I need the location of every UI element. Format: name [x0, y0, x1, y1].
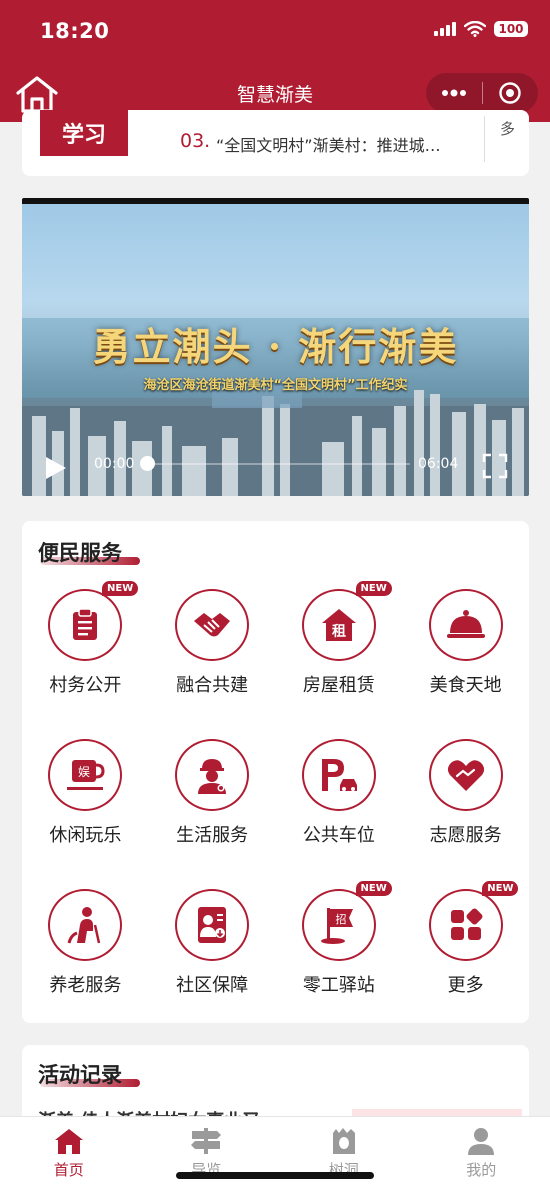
play-icon — [46, 457, 66, 479]
service-elderly-care[interactable]: 养老服务 — [22, 889, 149, 997]
service-label: 养老服务 — [49, 975, 122, 996]
service-grid: 村务公开 NEW 融合共建 租 房屋租赁 NEW 美食天地 娱 休闲玩乐 生活服… — [22, 581, 529, 997]
news-number: 03. — [180, 130, 211, 152]
progress-slider-knob[interactable] — [140, 456, 155, 471]
tab-label: 我的 — [466, 1161, 497, 1179]
news-thumbnail: 学习 — [40, 110, 128, 156]
fullscreen-icon — [482, 453, 508, 479]
service-house-rental[interactable]: 租 房屋租赁 NEW — [276, 581, 403, 697]
grid-more-icon — [450, 908, 483, 940]
service-label: 公共车位 — [302, 825, 375, 846]
play-button[interactable] — [44, 455, 68, 485]
divider — [484, 116, 485, 162]
service-parking[interactable]: 公共车位 — [276, 739, 403, 847]
tab-label: 首页 — [53, 1161, 84, 1179]
parking-icon — [321, 759, 357, 791]
user-icon — [468, 1128, 495, 1155]
recruit-flag-icon: 招 — [320, 908, 353, 944]
handshake-icon — [194, 613, 231, 637]
service-label: 更多 — [447, 975, 484, 996]
service-more[interactable]: 更多 NEW — [402, 881, 529, 997]
signpost-icon — [191, 1128, 222, 1154]
entertainment-cup-icon: 娱 — [67, 760, 105, 790]
home-indicator — [176, 1172, 374, 1179]
rent-glyph: 租 — [332, 623, 346, 640]
target-circle-icon — [499, 82, 521, 104]
house-rent-icon: 租 — [321, 609, 356, 641]
video-player[interactable]: 勇立潮头 · 渐行渐美 海沧区海沧街道渐美村“全国文明村”工作纪实 00:00 … — [22, 198, 529, 496]
status-icons: 100 — [434, 21, 528, 37]
service-food[interactable]: 美食天地 — [402, 589, 529, 697]
service-label: 零工驿站 — [302, 975, 375, 996]
service-label: 房屋租赁 — [302, 675, 375, 696]
total-time: 06:04 — [418, 456, 459, 472]
service-label: 社区保障 — [176, 975, 249, 996]
current-time: 00:00 — [94, 456, 135, 472]
tab-home[interactable]: 首页 — [0, 1117, 138, 1190]
video-title: 勇立潮头 · 渐行渐美 — [92, 324, 459, 369]
activity-panel: 活动记录 渐美 佳人渐美村妇女事业又 — [22, 1045, 529, 1125]
elderly-icon — [67, 907, 101, 944]
leisure-glyph: 娱 — [78, 765, 90, 779]
service-leisure[interactable]: 娱 休闲玩乐 — [22, 739, 149, 847]
close-miniprogram-button[interactable] — [483, 73, 539, 113]
section-title: 活动记录 — [38, 1063, 122, 1087]
tab-profile[interactable]: 我的 — [413, 1117, 550, 1190]
fullscreen-button[interactable] — [482, 453, 508, 483]
wifi-icon — [464, 21, 486, 37]
service-co-build[interactable]: 融合共建 — [149, 589, 276, 697]
service-volunteer[interactable]: 志愿服务 — [402, 739, 529, 847]
tree-hole-icon — [332, 1128, 355, 1154]
service-community-security[interactable]: 社区保障 — [149, 889, 276, 997]
service-village-affairs[interactable]: 村务公开 NEW — [22, 581, 149, 697]
services-panel: 便民服务 村务公开 NEW 融合共建 租 房屋租赁 NEW 美食天地 娱 休闲玩… — [22, 521, 529, 1023]
service-label: 村务公开 — [49, 675, 122, 696]
security-card-icon — [198, 907, 227, 943]
service-label: 融合共建 — [176, 675, 249, 696]
service-label: 休闲玩乐 — [49, 825, 122, 846]
new-badge: NEW — [355, 881, 392, 896]
service-label: 志愿服务 — [429, 825, 502, 846]
recruit-glyph: 招 — [335, 912, 346, 926]
service-life[interactable]: 生活服务 — [149, 739, 276, 847]
food-cloche-icon — [446, 610, 485, 638]
progress-track[interactable] — [155, 463, 410, 465]
tab-tree-hole[interactable]: 树洞 — [275, 1117, 413, 1190]
new-badge: NEW — [355, 581, 392, 596]
service-label: 美食天地 — [429, 675, 502, 696]
new-badge: NEW — [482, 881, 519, 896]
tab-guide[interactable]: 导览 — [138, 1117, 276, 1190]
miniprogram-capsule — [426, 73, 538, 113]
home-icon — [54, 1129, 83, 1154]
app-header: 18:20 100 智慧渐美 — [0, 0, 550, 122]
video-subtitle: 海沧区海沧街道渐美村“全国文明村”工作纪实 — [143, 378, 408, 393]
service-label: 生活服务 — [176, 825, 249, 846]
news-headline[interactable]: “全国文明村”渐美村：推进城… — [216, 132, 441, 156]
section-title: 便民服务 — [38, 541, 122, 565]
battery-indicator: 100 — [494, 21, 528, 37]
service-gig-station[interactable]: 招 零工驿站 NEW — [276, 881, 403, 997]
new-badge: NEW — [102, 581, 139, 596]
more-options-button[interactable] — [426, 73, 482, 113]
more-dots-icon — [441, 89, 466, 97]
worker-icon — [198, 759, 227, 794]
clipboard-icon — [73, 608, 98, 640]
news-card[interactable]: 学习 03. “全国文明村”渐美村：推进城… 多 — [22, 110, 529, 176]
heart-hands-icon — [447, 760, 484, 791]
status-time: 18:20 — [40, 19, 110, 43]
news-more-link[interactable]: 多 — [500, 118, 515, 139]
cellular-signal-icon — [434, 22, 456, 36]
